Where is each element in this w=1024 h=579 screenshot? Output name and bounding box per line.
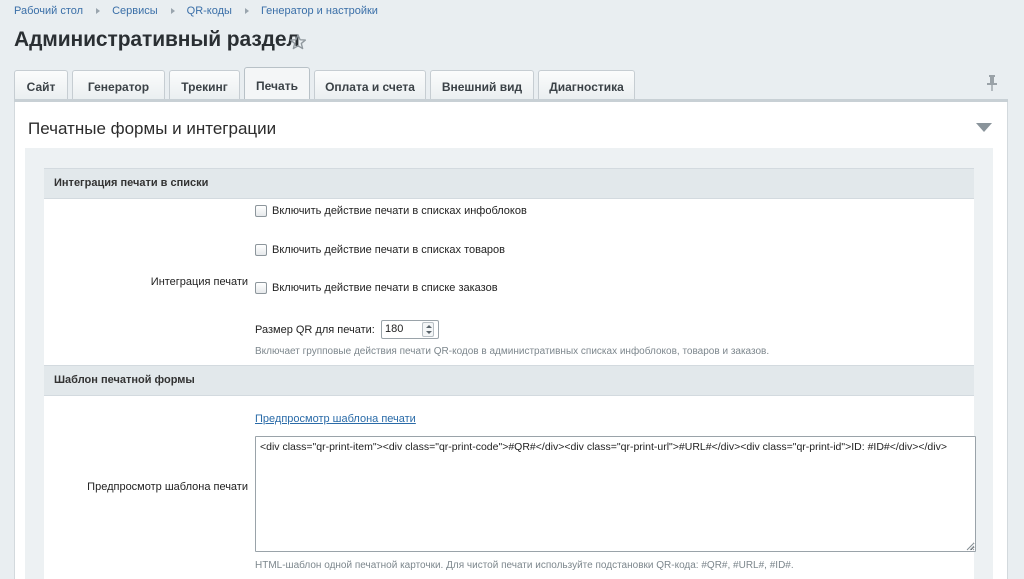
star-icon[interactable] xyxy=(289,33,307,51)
chevron-down-icon[interactable] xyxy=(426,331,432,334)
section-body: Интеграция печати в списки Интеграция пе… xyxy=(25,148,993,579)
qr-size-stepper-icon[interactable] xyxy=(422,322,434,337)
template-preview-link[interactable]: Предпросмотр шаблона печати xyxy=(255,413,416,425)
qr-size-value: 180 xyxy=(385,323,404,335)
checkbox-iblock-lists[interactable] xyxy=(255,205,267,217)
checkbox-order-list[interactable] xyxy=(255,282,267,294)
form-content: Интеграция печати в списки Интеграция пе… xyxy=(44,168,976,579)
settings-panel: Печатные формы и интеграции Интеграция п… xyxy=(14,102,1008,579)
breadcrumb-separator-icon xyxy=(244,8,249,14)
checkbox-product-lists-label[interactable]: Включить действие печати в списках товар… xyxy=(272,244,505,256)
group-heading-print-integration: Интеграция печати в списки xyxy=(44,168,974,199)
tab-print[interactable]: Печать xyxy=(244,67,310,103)
qr-size-label: Размер QR для печати: xyxy=(255,324,375,336)
group-heading-print-template: Шаблон печатной формы xyxy=(44,365,974,396)
tab-bar: Сайт Генератор Трекинг Печать Оплата и с… xyxy=(14,67,639,103)
breadcrumb: Рабочий стол Сервисы QR-коды Генератор и… xyxy=(14,5,378,17)
breadcrumb-item-generator-settings[interactable]: Генератор и настройки xyxy=(261,5,378,17)
page-title: Административный раздел xyxy=(14,28,300,51)
pin-icon[interactable] xyxy=(986,75,998,91)
section-title: Печатные формы и интеграции xyxy=(28,119,277,138)
print-integration-label: Интеграция печати xyxy=(150,276,248,288)
print-integration-hint: Включает групповые действия печати QR-ко… xyxy=(255,346,770,357)
breadcrumb-item-services[interactable]: Сервисы xyxy=(112,5,158,17)
breadcrumb-separator-icon xyxy=(96,8,101,14)
breadcrumb-item-desktop[interactable]: Рабочий стол xyxy=(14,5,83,17)
chevron-up-icon[interactable] xyxy=(426,325,432,328)
checkbox-iblock-lists-label[interactable]: Включить действие печати в списках инфоб… xyxy=(272,205,527,217)
template-hint: HTML-шаблон одной печатной карточки. Для… xyxy=(255,560,794,571)
breadcrumb-item-qr-codes[interactable]: QR-коды xyxy=(187,5,232,17)
template-preview-label: Предпросмотр шаблона печати xyxy=(87,481,248,493)
resize-grip-icon[interactable] xyxy=(965,541,975,551)
checkbox-order-list-label[interactable]: Включить действие печати в списке заказо… xyxy=(272,282,498,294)
template-textarea[interactable]: <div class="qr-print-item"><div class="q… xyxy=(255,436,976,552)
collapse-triangle-icon[interactable] xyxy=(976,123,992,132)
checkbox-product-lists[interactable] xyxy=(255,244,267,256)
breadcrumb-separator-icon xyxy=(170,8,175,14)
qr-size-input[interactable]: 180 xyxy=(381,320,439,339)
